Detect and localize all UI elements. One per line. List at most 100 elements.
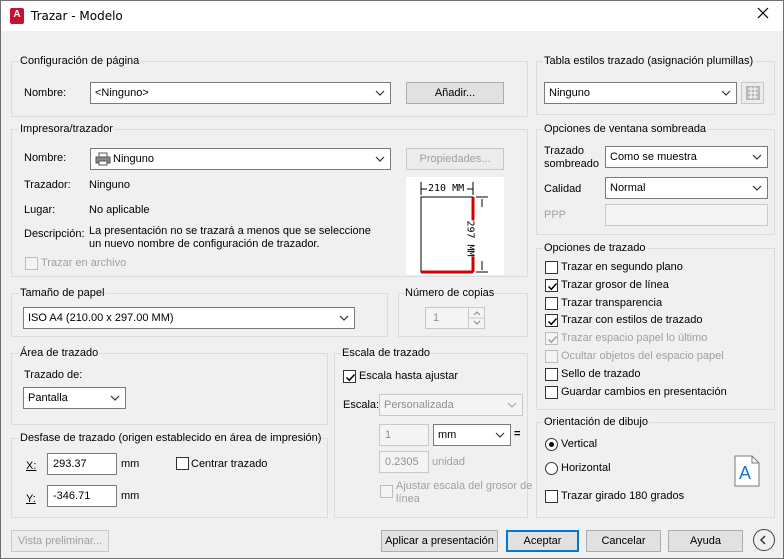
- scale-value-2-input[interactable]: 0.2305: [379, 451, 429, 473]
- cancel-button[interactable]: Cancelar: [586, 530, 661, 552]
- preview-width-label: 210 MM: [428, 183, 465, 194]
- offset-x-unit: mm: [121, 458, 140, 470]
- landscape-radio[interactable]: [545, 462, 558, 475]
- chevron-down-icon: [109, 388, 121, 408]
- scale-lineweights-checkbox[interactable]: [380, 485, 393, 498]
- scale-value-1-input[interactable]: 1: [379, 424, 429, 446]
- upside-down-checkbox[interactable]: [545, 490, 558, 503]
- preview-height-label: 297 MM: [464, 220, 476, 257]
- plot-option-checkbox[interactable]: [545, 314, 558, 327]
- scale-value-2: 0.2305: [385, 456, 419, 468]
- plot-option-checkbox[interactable]: [545, 279, 558, 292]
- orientation-page-icon: A: [734, 455, 760, 487]
- plot-option-checkbox[interactable]: [545, 332, 558, 345]
- orientation-title: Orientación de dibujo: [543, 416, 649, 428]
- offset-y-unit: mm: [121, 490, 140, 502]
- plot-option-checkbox[interactable]: [545, 350, 558, 363]
- shade-plot-label-2: sombreado: [544, 158, 600, 170]
- shade-plot-value: Como se muestra: [610, 151, 697, 163]
- quality-select[interactable]: Normal: [605, 177, 768, 199]
- scale-lineweights-label-1: Ajustar escala del grosor de: [396, 480, 533, 492]
- chevron-down-icon: [374, 83, 386, 103]
- plot-option-label: Trazar transparencia: [561, 297, 663, 309]
- page-setup-name-value: <Ninguno>: [95, 87, 149, 99]
- paper-size-title: Tamaño de papel: [19, 287, 106, 299]
- scale-lineweights-label-2: línea: [396, 493, 420, 505]
- fit-to-paper-label: Escala hasta ajustar: [359, 370, 459, 382]
- plot-what-select[interactable]: Pantalla: [23, 387, 126, 409]
- plot-option-label: Guardar cambios en presentación: [561, 386, 727, 398]
- paper-preview: 210 MM 297 MM: [406, 177, 504, 275]
- plot-option-checkbox[interactable]: [545, 297, 558, 310]
- plot-to-file-checkbox[interactable]: [25, 257, 38, 270]
- printer-icon: [95, 152, 111, 169]
- preview-button[interactable]: Vista preliminar...: [11, 530, 109, 552]
- plot-option-checkbox[interactable]: [545, 386, 558, 399]
- style-table-value: Ninguno: [549, 87, 590, 99]
- scale-unit-value: mm: [438, 429, 457, 441]
- page-setup-name-label: Nombre:: [24, 87, 67, 99]
- offset-y-input[interactable]: -346.71: [47, 485, 117, 507]
- location-label: Lugar:: [24, 204, 56, 216]
- paper-size-select[interactable]: ISO A4 (210.00 x 297.00 MM): [23, 307, 355, 329]
- fit-to-paper-checkbox[interactable]: [343, 370, 356, 383]
- help-button[interactable]: Ayuda: [668, 530, 743, 552]
- copies-spinner[interactable]: [468, 308, 485, 328]
- printer-title: Impresora/trazador: [19, 123, 114, 135]
- chevron-down-icon: [720, 83, 732, 103]
- offset-x-label: X:: [26, 460, 37, 472]
- dpi-input[interactable]: [605, 204, 768, 226]
- shaded-viewport-title: Opciones de ventana sombreada: [543, 123, 708, 135]
- autocad-app-icon: A: [10, 8, 24, 24]
- quality-label: Calidad: [544, 183, 582, 195]
- copies-value: 1: [433, 312, 440, 324]
- plot-option-checkbox[interactable]: [545, 261, 558, 274]
- plot-option-label: Sello de trazado: [561, 368, 641, 380]
- edit-style-table-button[interactable]: [741, 82, 764, 104]
- offset-x-input[interactable]: 293.37: [47, 453, 117, 475]
- orientation-letter: A: [739, 463, 752, 483]
- shade-plot-select[interactable]: Como se muestra: [605, 146, 768, 168]
- plot-scale-title: Escala de trazado: [341, 347, 432, 359]
- plot-to-file-label: Trazar en archivo: [41, 257, 127, 269]
- chevron-down-icon: [374, 149, 386, 169]
- scale-value: Personalizada: [384, 399, 454, 411]
- plot-option-label: Trazar grosor de línea: [561, 279, 669, 291]
- plot-option-label: Trazar en segundo plano: [561, 261, 683, 273]
- ok-button[interactable]: Aceptar: [506, 530, 579, 552]
- chevron-down-icon: [338, 308, 350, 328]
- center-plot-checkbox[interactable]: [176, 457, 189, 470]
- upside-down-label: Trazar girado 180 grados: [561, 490, 685, 502]
- description-label: Descripción:: [24, 228, 85, 240]
- plot-option-checkbox[interactable]: [545, 368, 558, 381]
- printer-name-select[interactable]: Ninguno: [90, 148, 391, 170]
- plot-what-label: Trazado de:: [24, 369, 83, 381]
- description-line-2: un nuevo nombre de configuración de traz…: [89, 238, 320, 250]
- properties-button[interactable]: Propiedades...: [406, 148, 504, 170]
- plotter-value: Ninguno: [89, 179, 130, 191]
- copies-input[interactable]: 1: [425, 307, 485, 329]
- style-table-select[interactable]: Ninguno: [544, 82, 737, 104]
- plot-what-value: Pantalla: [28, 392, 68, 404]
- copies-title: Número de copias: [404, 287, 496, 299]
- apply-to-layout-button[interactable]: Aplicar a presentación: [381, 530, 498, 552]
- page-setup-name-select[interactable]: <Ninguno>: [90, 82, 391, 104]
- style-table-editor-icon: [746, 86, 760, 100]
- offset-y-value: -346.71: [53, 490, 91, 502]
- add-page-setup-button[interactable]: Añadir...: [406, 82, 504, 104]
- plot-option-label: Trazar espacio papel lo último: [561, 332, 708, 344]
- scale-unit-select[interactable]: mm: [433, 424, 511, 446]
- scale-select[interactable]: Personalizada: [379, 394, 523, 416]
- offset-x-value: 293.37: [53, 458, 87, 470]
- plot-options-title: Opciones de trazado: [543, 242, 647, 254]
- scale-value-1: 1: [385, 429, 392, 441]
- location-value: No aplicable: [89, 204, 150, 216]
- portrait-radio[interactable]: [545, 438, 558, 451]
- portrait-label: Vertical: [561, 438, 598, 450]
- collapse-options-button[interactable]: [753, 529, 775, 551]
- shade-plot-label-1: Trazado: [544, 145, 584, 157]
- close-icon[interactable]: [753, 6, 773, 24]
- plot-offset-title: Desfase de trazado (origen establecido e…: [19, 432, 323, 444]
- offset-y-label: Y:: [26, 493, 36, 505]
- plot-area-title: Área de trazado: [19, 347, 100, 359]
